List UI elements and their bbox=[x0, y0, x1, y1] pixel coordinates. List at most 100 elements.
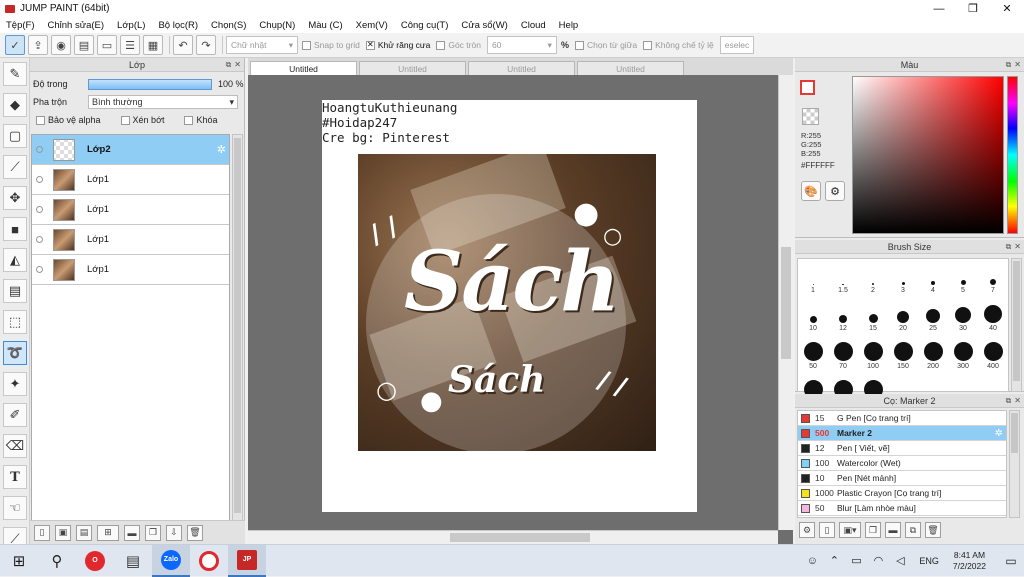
tab-untitled-1[interactable]: Untitled bbox=[250, 61, 357, 75]
bucket-tool-icon[interactable]: ◭ bbox=[3, 248, 27, 272]
panel-close-icon[interactable]: ✕ bbox=[1014, 60, 1021, 70]
rectangle-tool-icon[interactable]: ▢ bbox=[3, 124, 27, 148]
export-icon[interactable]: ⇪ bbox=[28, 35, 48, 55]
visibility-icon[interactable] bbox=[36, 236, 43, 243]
scrollbar-thumb[interactable] bbox=[781, 247, 791, 359]
layer-row[interactable]: Lớp1 bbox=[32, 165, 229, 195]
layer-row[interactable]: Lớp1 bbox=[32, 225, 229, 255]
brush-size-option[interactable]: 10 bbox=[798, 299, 828, 333]
folder-icon[interactable]: ▬ bbox=[885, 522, 901, 538]
hand-tool-icon[interactable]: ☜ bbox=[3, 496, 27, 520]
canvas-page[interactable]: HoangtuKuthieunang #Hoidap247 Cre bg: Pint… bbox=[322, 100, 697, 512]
tool-list-scrollbar[interactable] bbox=[1009, 410, 1020, 518]
brush-size-option[interactable]: 100 bbox=[858, 337, 888, 371]
palette-icon[interactable]: 🎨 bbox=[801, 181, 821, 201]
minimize-button[interactable]: — bbox=[922, 0, 956, 17]
tab-untitled-4[interactable]: Untitled bbox=[577, 61, 684, 75]
close-button[interactable]: ✕ bbox=[990, 0, 1024, 17]
foreground-color-swatch[interactable] bbox=[800, 80, 815, 95]
clock[interactable]: 8:41 AM 7/2/2022 bbox=[953, 550, 986, 572]
transparent-color-swatch[interactable] bbox=[802, 108, 819, 125]
brush-size-option[interactable]: 25 bbox=[918, 299, 948, 333]
brush-size-option[interactable]: 5 bbox=[948, 261, 978, 295]
panel-close-icon[interactable]: ✕ bbox=[234, 60, 241, 70]
new-preset-icon[interactable]: ▯ bbox=[819, 522, 835, 538]
check-icon[interactable]: ✓ bbox=[5, 35, 25, 55]
new-halftone-layer-icon[interactable]: ▤ bbox=[76, 524, 92, 541]
gear-icon[interactable]: ✲ bbox=[217, 143, 226, 156]
duplicate-layer-icon[interactable]: ❐ bbox=[145, 524, 161, 541]
trash-icon[interactable]: 🗑 bbox=[925, 522, 941, 538]
select-eraser-tool-icon[interactable]: ⌫ bbox=[3, 434, 27, 458]
panel-popout-icon[interactable]: ⧉ bbox=[1006, 396, 1012, 406]
grid-settings-icon[interactable]: ▦ bbox=[143, 35, 163, 55]
palette-settings-icon[interactable]: ⚙ bbox=[825, 181, 845, 201]
menu-window[interactable]: Cửa sổ(W) bbox=[461, 20, 507, 31]
blend-mode-select[interactable]: Bình thường ▾ bbox=[88, 95, 238, 109]
select-pen-tool-icon[interactable]: ✐ bbox=[3, 403, 27, 427]
brush-size-option[interactable]: 40 bbox=[978, 299, 1008, 333]
store-icon[interactable]: ▤ bbox=[114, 545, 152, 577]
wifi-icon[interactable]: ◠ bbox=[867, 554, 889, 567]
hue-slider[interactable] bbox=[1007, 76, 1018, 234]
ratio-limit-checkbox[interactable]: Không chế tỷ lệ bbox=[643, 40, 714, 50]
folder-icon[interactable]: ▬ bbox=[124, 524, 140, 541]
merge-layer-icon[interactable]: ⇩ bbox=[166, 524, 182, 541]
brush-size-option[interactable]: 12 bbox=[828, 299, 858, 333]
brush-preset-item[interactable]: 50 Blur [Làm nhòe màu] bbox=[798, 501, 1006, 516]
windows-start-icon[interactable]: ⊞ bbox=[0, 545, 38, 577]
trash-icon[interactable]: 🗑 bbox=[187, 524, 203, 541]
brush-size-option[interactable]: 4 bbox=[918, 261, 948, 295]
preset-menu-icon[interactable]: ▣▾ bbox=[839, 522, 861, 538]
menu-cloud[interactable]: Cloud bbox=[521, 20, 546, 31]
menu-filter[interactable]: Bộ lọc(R) bbox=[158, 20, 198, 31]
round-corner-checkbox[interactable]: Góc tròn bbox=[436, 40, 481, 50]
copy-preset-icon[interactable]: ❐ bbox=[865, 522, 881, 538]
canvas-horizontal-scrollbar[interactable] bbox=[248, 530, 778, 544]
lock-checkbox[interactable]: Khóa bbox=[184, 115, 218, 125]
opera-window-icon[interactable] bbox=[190, 545, 228, 577]
page-list-icon[interactable]: ☰ bbox=[120, 35, 140, 55]
menu-help[interactable]: Help bbox=[559, 20, 579, 31]
visibility-icon[interactable] bbox=[36, 146, 43, 153]
brush-size-option[interactable]: 3 bbox=[888, 261, 918, 295]
panel-popout-icon[interactable]: ⧉ bbox=[226, 60, 232, 70]
canvas-vertical-scrollbar[interactable] bbox=[778, 75, 793, 530]
visibility-icon[interactable] bbox=[36, 266, 43, 273]
eraser-tool-icon[interactable]: ◆ bbox=[3, 93, 27, 117]
chevron-up-icon[interactable]: ⌃ bbox=[823, 554, 845, 567]
brush-preset-item[interactable]: 12 Pen [ Viết, vẽ] bbox=[798, 441, 1006, 456]
deselect-button[interactable]: eselec bbox=[719, 36, 755, 54]
shape-select[interactable]: Chữ nhật ▾ bbox=[226, 36, 298, 54]
people-icon[interactable]: ☺ bbox=[801, 555, 823, 567]
brush-size-option[interactable]: 20 bbox=[888, 299, 918, 333]
menu-select[interactable]: Chọn(S) bbox=[211, 20, 246, 31]
new-raster-layer-icon[interactable]: ▣ bbox=[55, 524, 71, 541]
add-layer-menu-icon[interactable]: ⊞ bbox=[97, 524, 119, 541]
panel-close-icon[interactable]: ✕ bbox=[1014, 242, 1021, 252]
language-indicator[interactable]: ENG bbox=[919, 556, 939, 566]
brush-size-option[interactable]: 1.5 bbox=[828, 261, 858, 295]
brush-preset-item[interactable]: 100 Watercolor (Wet) bbox=[798, 456, 1006, 471]
brush-size-option[interactable]: 150 bbox=[888, 337, 918, 371]
speech-bubble-icon[interactable]: ◉ bbox=[51, 35, 71, 55]
scrollbar-thumb[interactable] bbox=[1013, 261, 1020, 381]
brush-preset-item[interactable]: 15 G Pen [Cọ trang trí] bbox=[798, 411, 1006, 426]
redo-icon[interactable]: ↷ bbox=[196, 35, 216, 55]
brush-size-option[interactable]: 400 bbox=[978, 337, 1008, 371]
opacity-slider[interactable] bbox=[88, 78, 212, 90]
select-center-checkbox[interactable]: Chọn từ giữa bbox=[574, 40, 637, 50]
protect-alpha-checkbox[interactable]: Bảo vệ alpha bbox=[36, 115, 101, 125]
brush-size-option[interactable]: 1 bbox=[798, 261, 828, 295]
text-box-icon[interactable]: ▤ bbox=[74, 35, 94, 55]
clip-checkbox[interactable]: Xén bớt bbox=[120, 115, 164, 125]
corner-value-input[interactable]: 60 ▾ bbox=[486, 36, 557, 54]
snap-grid-checkbox[interactable]: Snap to grid bbox=[302, 40, 360, 50]
menu-capture[interactable]: Chụp(N) bbox=[259, 20, 295, 31]
menu-color[interactable]: Màu (C) bbox=[308, 20, 342, 31]
scrollbar-thumb[interactable] bbox=[450, 533, 590, 542]
gear-icon[interactable]: ✲ bbox=[995, 428, 1003, 439]
zalo-icon[interactable]: Zalo bbox=[152, 544, 190, 577]
visibility-icon[interactable] bbox=[36, 176, 43, 183]
brush-size-option[interactable]: 200 bbox=[918, 337, 948, 371]
